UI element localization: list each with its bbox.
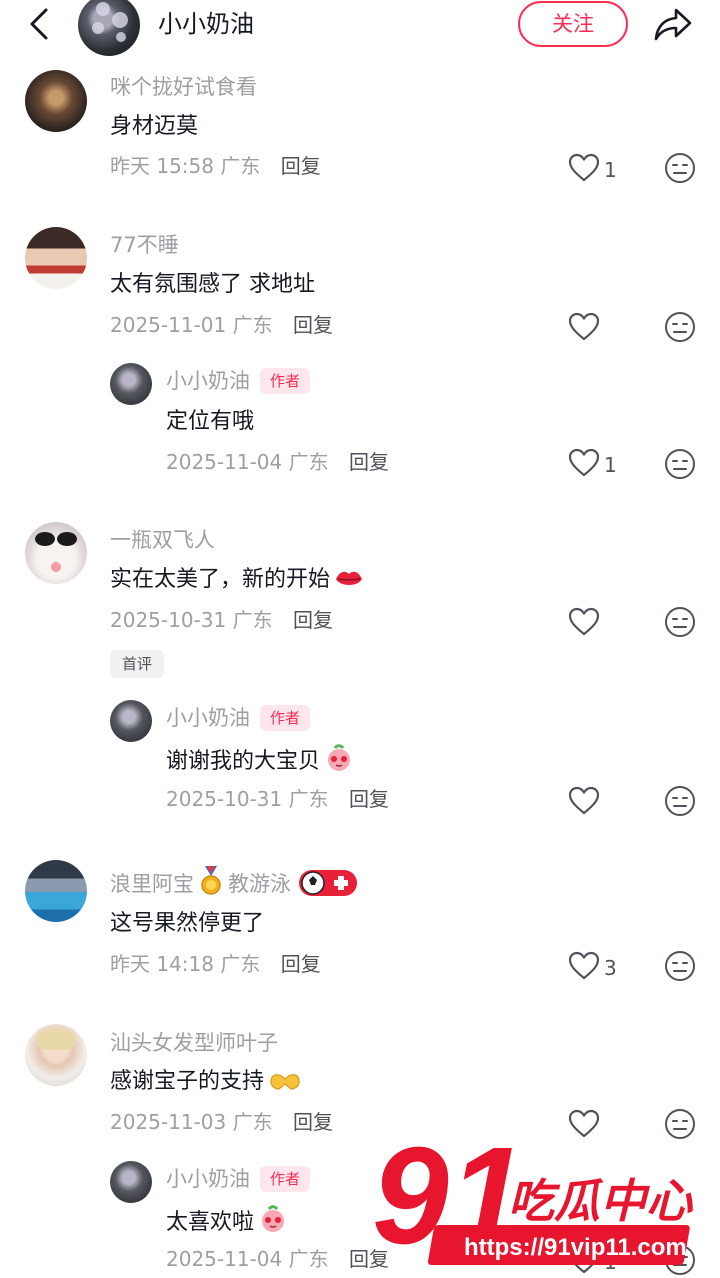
dislike-face-icon[interactable] <box>664 448 696 480</box>
comment-username[interactable]: 汕头女发型师叶子 <box>110 1029 278 1057</box>
share-arrow-icon[interactable] <box>652 4 694 44</box>
comment-location: 广东 <box>232 313 273 337</box>
like-count: 1 <box>604 453 617 477</box>
comment-time: 昨天 15:58 <box>110 154 214 178</box>
comment-meta: 2025-11-04 广东 回复 <box>166 448 389 476</box>
soccer-swiss-badge-icon <box>299 870 357 896</box>
heart-icon <box>568 786 600 815</box>
comment-username[interactable]: 小小奶油 作者 <box>166 367 311 395</box>
comment-username[interactable]: 咪个拢好试食看 <box>110 73 257 101</box>
comment-time: 2025-11-04 <box>166 450 283 474</box>
comment-location: 广东 <box>288 1247 329 1271</box>
author-name[interactable]: 小小奶油 <box>158 6 254 42</box>
heart-hands-emoji-icon <box>270 1074 300 1090</box>
heart-icon <box>568 153 600 182</box>
heart-icon <box>568 448 600 477</box>
heart-icon <box>568 312 600 341</box>
medal-icon <box>201 866 221 895</box>
reply-button[interactable]: 回复 <box>281 952 321 976</box>
author-tag: 作者 <box>260 705 311 731</box>
comment-time: 2025-11-01 <box>110 313 227 337</box>
comment-text[interactable]: 太有氛围感了 求地址 <box>110 270 315 300</box>
watermark-url: https://91vip11.com <box>464 1234 687 1261</box>
comment-text[interactable]: 实在太美了，新的开始 <box>110 565 364 595</box>
like-button[interactable]: 3 <box>568 951 628 985</box>
watermark-logo: 91 吃瓜中心 https://91vip11.com <box>370 1125 696 1275</box>
author-avatar[interactable] <box>78 0 140 56</box>
dislike-face-icon[interactable] <box>664 785 696 817</box>
comment-time: 2025-11-03 <box>110 1110 227 1134</box>
author-tag: 作者 <box>260 368 311 394</box>
like-button[interactable] <box>568 786 608 820</box>
first-comment-badge: 首评 <box>110 650 165 678</box>
comment-text[interactable]: 身材迈莫 <box>110 112 198 142</box>
comment-time: 2025-10-31 <box>166 787 283 811</box>
blushing-peach-emoji-icon <box>262 1205 285 1232</box>
dislike-face-icon[interactable] <box>664 606 696 638</box>
reply-button[interactable]: 回复 <box>293 1110 333 1134</box>
comment-meta: 昨天 15:58 广东 回复 <box>110 152 321 180</box>
comment-text[interactable]: 这号果然停更了 <box>110 909 264 939</box>
user-avatar[interactable] <box>25 1024 87 1086</box>
comment-meta: 昨天 14:18 广东 回复 <box>110 950 321 978</box>
comment-text[interactable]: 谢谢我的大宝贝 <box>166 744 354 777</box>
comment-meta: 2025-10-31 广东 回复 <box>110 606 333 634</box>
user-avatar[interactable] <box>25 70 87 132</box>
chevron-left-icon[interactable] <box>22 6 58 42</box>
reply-button[interactable]: 回复 <box>349 450 389 474</box>
author-tag: 作者 <box>260 1166 311 1192</box>
comment-time: 昨天 14:18 <box>110 952 214 976</box>
blushing-peach-emoji-icon <box>328 744 351 771</box>
comment-location: 广东 <box>220 952 261 976</box>
comment-username[interactable]: 一瓶双飞人 <box>110 526 215 554</box>
user-avatar[interactable] <box>110 700 152 742</box>
user-avatar[interactable] <box>110 363 152 405</box>
reply-button[interactable]: 回复 <box>293 313 333 337</box>
comment-text[interactable]: 感谢宝子的支持 <box>110 1067 302 1097</box>
comment-meta: 2025-10-31 广东 回复 <box>166 785 389 813</box>
like-button[interactable]: 1 <box>568 448 628 482</box>
reply-button[interactable]: 回复 <box>293 608 333 632</box>
comment-username[interactable]: 77不睡 <box>110 231 179 259</box>
user-avatar[interactable] <box>25 227 87 289</box>
comment-location: 广东 <box>232 608 273 632</box>
comment-username[interactable]: 浪里阿宝 教游泳 <box>110 866 357 898</box>
comment-location: 广东 <box>288 787 329 811</box>
comment-time: 2025-11-04 <box>166 1247 283 1271</box>
user-avatar[interactable] <box>25 522 87 584</box>
comment-username[interactable]: 小小奶油 作者 <box>166 704 311 732</box>
comment-meta: 2025-11-01 广东 回复 <box>110 311 333 339</box>
user-avatar[interactable] <box>110 1161 152 1203</box>
comment-meta: 2025-11-03 广东 回复 <box>110 1108 333 1136</box>
like-count: 3 <box>604 956 617 980</box>
like-button[interactable] <box>568 607 608 641</box>
comment-location: 广东 <box>220 154 261 178</box>
reply-button[interactable]: 回复 <box>349 787 389 811</box>
comment-text[interactable]: 定位有哦 <box>166 407 254 437</box>
reply-button[interactable]: 回复 <box>281 154 321 178</box>
lips-emoji-icon <box>336 571 363 585</box>
top-bar: 小小奶油 关注 <box>0 0 720 64</box>
comment-text[interactable]: 太喜欢啦 <box>166 1205 288 1238</box>
comment-meta: 2025-11-04 广东 回复 <box>166 1245 389 1273</box>
heart-icon <box>568 951 600 980</box>
comment-location: 广东 <box>288 450 329 474</box>
watermark-brand-text: 吃瓜中心 <box>508 1174 694 1228</box>
follow-button[interactable]: 关注 <box>518 1 628 47</box>
like-count: 1 <box>604 158 617 182</box>
comment-username[interactable]: 小小奶油 作者 <box>166 1165 311 1193</box>
heart-icon <box>568 607 600 636</box>
like-button[interactable] <box>568 312 608 346</box>
dislike-face-icon[interactable] <box>664 311 696 343</box>
dislike-face-icon[interactable] <box>664 152 696 184</box>
comment-time: 2025-10-31 <box>110 608 227 632</box>
dislike-face-icon[interactable] <box>664 950 696 982</box>
user-avatar[interactable] <box>25 860 87 922</box>
comment-location: 广东 <box>232 1110 273 1134</box>
like-button[interactable]: 1 <box>568 153 628 187</box>
